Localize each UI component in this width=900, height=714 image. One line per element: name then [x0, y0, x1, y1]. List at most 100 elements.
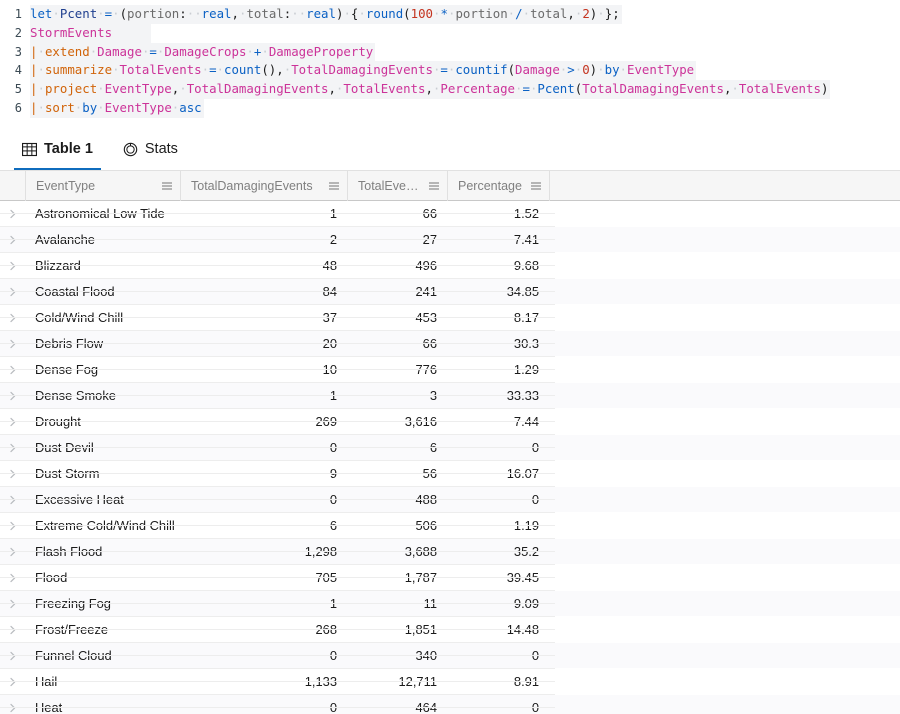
code-token: EventType [104, 81, 172, 97]
grid-header-row: EventType TotalDamagingEvents TotalEvents P… [0, 171, 900, 201]
table-row[interactable]: Freezing Fog 1 11 9.09 [0, 591, 900, 616]
results-grid[interactable]: EventType TotalDamagingEvents TotalEvents P… [0, 171, 900, 714]
row-expander[interactable] [0, 599, 25, 609]
code-token: 2 [582, 6, 590, 21]
code-line-text[interactable]: |·sort·by·EventType·asc [30, 98, 204, 118]
hamburger-icon[interactable] [328, 180, 340, 192]
row-expander[interactable] [0, 521, 25, 531]
table-row[interactable]: Flash Flood 1,298 3,688 35.2 [0, 539, 900, 564]
cell-EventType: Coastal Flood [35, 284, 115, 299]
header-expander-spacer [0, 171, 25, 201]
line-number: 6 [14, 100, 22, 115]
row-expander[interactable] [0, 339, 25, 349]
table-row[interactable]: Flood 705 1,787 39.45 [0, 565, 900, 590]
table-row[interactable]: Dense Fog 10 776 1.29 [0, 357, 900, 382]
cell-EventType: Freezing Fog [35, 596, 111, 611]
tab-stats[interactable]: Stats [111, 128, 190, 170]
table-row[interactable]: Dust Storm 9 56 16.07 [0, 461, 900, 486]
tab-table-1[interactable]: Table 1 [10, 128, 105, 170]
grid-body[interactable]: Astronomical Low Tide 1 66 1.52 Avalanche 2 27… [0, 201, 900, 714]
table-row[interactable]: Cold/Wind Chill 37 453 8.17 [0, 305, 900, 330]
row-expander[interactable] [0, 417, 25, 427]
row-expander[interactable] [0, 677, 25, 687]
cell-EventType: Avalanche [35, 232, 95, 247]
code-token: count [224, 62, 262, 78]
row-expander[interactable] [0, 469, 25, 479]
cell-EventType: Astronomical Low Tide [35, 206, 165, 221]
code-token: · [97, 99, 105, 115]
code-token: · [619, 62, 627, 78]
row-expander[interactable] [0, 287, 25, 297]
line-number: 4 [14, 63, 22, 78]
code-line-text[interactable]: |·extend·Damage·=·DamageCrops·+·DamagePr… [30, 42, 376, 62]
column-header-EventType[interactable]: EventType [25, 171, 180, 201]
row-expander[interactable] [0, 391, 25, 401]
column-header-TotalDamagingEvents[interactable]: TotalDamagingEvents [180, 171, 347, 201]
table-row[interactable]: Dust Devil 0 6 0 [0, 435, 900, 460]
code-token: · [522, 6, 531, 21]
row-expander[interactable] [0, 703, 25, 713]
cell-EventType: Flash Flood [35, 544, 103, 559]
code-line-text[interactable]: |·summarize·TotalEvents·=·count(),·Total… [30, 61, 697, 81]
code-token: · [52, 6, 60, 21]
hamburger-icon[interactable] [530, 180, 542, 192]
code-line-text[interactable]: |·project·EventType,·TotalDamagingEvents… [30, 80, 831, 99]
table-row[interactable]: Astronomical Low Tide 1 66 1.52 [0, 201, 900, 226]
cell-Percentage: 7.44 [513, 414, 539, 429]
code-line-text[interactable]: let·Pcent·=·(portion:··real,·total:··rea… [30, 5, 622, 24]
code-token: · [37, 62, 45, 78]
query-editor[interactable]: 1 let·Pcent·=·(portion:··real,·total:··re… [0, 0, 900, 128]
hamburger-icon[interactable] [428, 180, 440, 192]
code-line: 5 |·project·EventType,·TotalDamagingEvent… [0, 80, 900, 99]
cell-EventType: Blizzard [35, 258, 81, 273]
column-header-filler [549, 171, 900, 201]
row-expander[interactable] [0, 443, 25, 453]
code-token: TotalEvents [738, 81, 821, 97]
table-row[interactable]: Debris Flow 20 66 30.3 [0, 331, 900, 356]
row-expander[interactable] [0, 209, 25, 219]
table-row[interactable]: Excessive Heat 0 488 0 [0, 487, 900, 512]
table-row[interactable]: Frost/Freeze 268 1,851 14.48 [0, 617, 900, 642]
table-row[interactable]: Coastal Flood 84 241 34.85 [0, 279, 900, 304]
column-header-TotalEvents[interactable]: TotalEvents [347, 171, 447, 201]
column-header-Percentage[interactable]: Percentage [447, 171, 549, 201]
code-token: · [112, 62, 120, 78]
code-token: portion [455, 6, 508, 21]
table-grid-icon [22, 142, 37, 157]
cell-EventType: Cold/Wind Chill [35, 310, 124, 325]
code-line: 4 |·summarize·TotalEvents·=·count(),·Tota… [0, 61, 900, 81]
column-header-label: EventType [36, 178, 96, 193]
table-row[interactable]: Hail 1,133 12,711 8.91 [0, 669, 900, 694]
row-expander[interactable] [0, 313, 25, 323]
code-token: 100 [410, 6, 434, 21]
table-row[interactable]: Blizzard 48 496 9.68 [0, 253, 900, 278]
row-expander[interactable] [0, 547, 25, 557]
row-expander[interactable] [0, 495, 25, 505]
row-expander[interactable] [0, 573, 25, 583]
code-token: TotalDamagingEvents [582, 81, 724, 97]
row-expander[interactable] [0, 625, 25, 635]
column-header-label: TotalDamagingEvents [191, 178, 313, 193]
code-token: ) [820, 81, 829, 97]
code-token: sort [44, 99, 75, 115]
code-token: · [201, 62, 210, 78]
table-row[interactable]: Heat 0 464 0 [0, 695, 900, 714]
code-line-text[interactable]: StormEvents [30, 23, 152, 43]
code-token: Pcent [59, 6, 98, 21]
table-row[interactable]: Funnel Cloud 0 340 0 [0, 643, 900, 668]
cell-TotalDamagingEvents: 0 [329, 648, 337, 663]
table-row[interactable]: Drought 269 3,616 7.44 [0, 409, 900, 434]
row-expander[interactable] [0, 235, 25, 245]
hamburger-icon[interactable] [161, 180, 173, 192]
cell-EventType: Dense Fog [35, 362, 99, 377]
cell-TotalEvents: 11 [423, 596, 437, 611]
cell-Percentage: 34.85 [506, 284, 539, 299]
cell-TotalEvents: 66 [422, 206, 437, 221]
row-expander[interactable] [0, 651, 25, 661]
table-row[interactable]: Extreme Cold/Wind Chill 6 506 1.19 [0, 513, 900, 538]
code-token: Percentage [440, 81, 515, 97]
table-row[interactable]: Dense Smoke 1 3 33.33 [0, 383, 900, 408]
row-expander[interactable] [0, 365, 25, 375]
table-row[interactable]: Avalanche 2 27 7.41 [0, 227, 900, 252]
row-expander[interactable] [0, 261, 25, 271]
